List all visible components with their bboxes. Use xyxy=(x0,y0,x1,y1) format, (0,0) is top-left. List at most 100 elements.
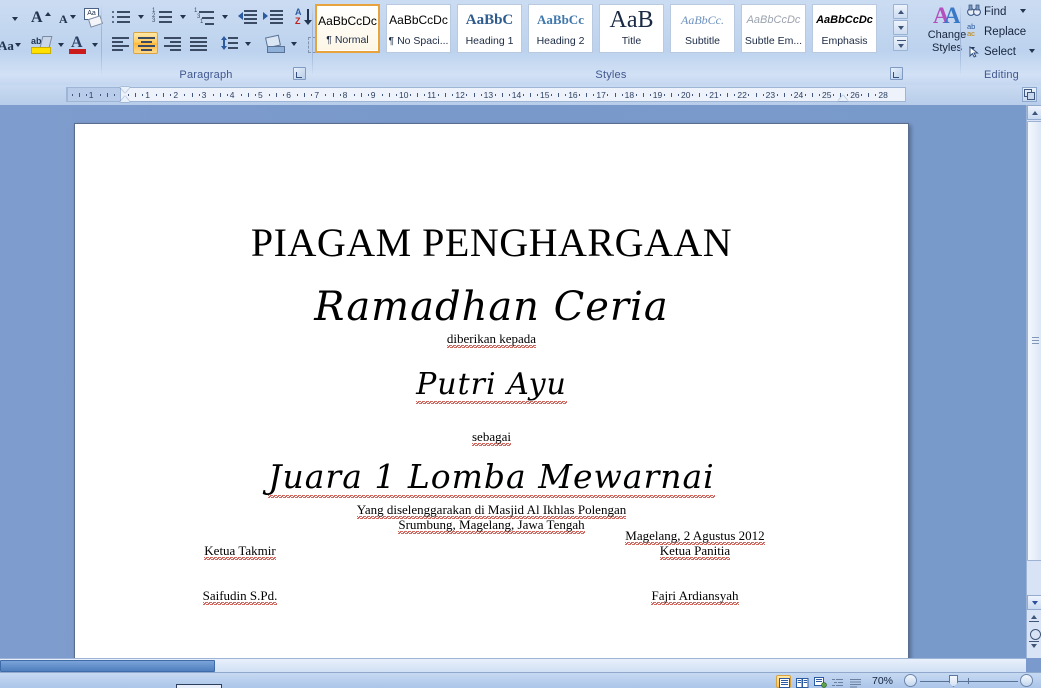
ruler-mid-tick xyxy=(558,93,560,97)
horizontal-scrollbar-thumb[interactable] xyxy=(0,660,215,672)
numbering-button[interactable]: 123 xyxy=(149,5,175,27)
view-ruler-toggle-button[interactable] xyxy=(1022,87,1037,102)
ruler-tick-7: 7 xyxy=(314,90,320,100)
select-button[interactable]: Select xyxy=(964,41,1038,59)
ruler-mid-tick xyxy=(135,93,137,97)
highlight-color-dropdown[interactable] xyxy=(54,33,66,55)
shrink-font-button[interactable]: A xyxy=(54,6,78,28)
certificate-organizer-line-1: Yang diselenggarakan di Masjid Al Ikhlas… xyxy=(356,502,627,519)
text-highlight-color-button[interactable]: ab xyxy=(28,33,53,55)
styles-dialog-launcher[interactable] xyxy=(890,67,903,80)
style-gallery-item-nospace[interactable]: AaBbCcDc ¶ No Spaci... xyxy=(386,4,451,53)
horizontal-scrollbar[interactable] xyxy=(0,658,1026,673)
horizontal-ruler[interactable]: 2112345678910111213141516171819202122232… xyxy=(66,87,906,102)
style-name-normal: ¶ Normal xyxy=(326,34,369,46)
font-size-dropdown[interactable] xyxy=(2,6,24,28)
zoom-slider-track[interactable] xyxy=(920,681,1018,682)
ruler-mid-tick xyxy=(445,93,447,97)
ribbon-group-paragraph: 123 1 3 1 A Z Paragraph xyxy=(104,0,338,84)
ruler-mid-tick xyxy=(304,93,306,97)
next-page-button[interactable] xyxy=(1029,641,1040,653)
scrollbar-thumb[interactable] xyxy=(1027,121,1041,561)
ruler-minor-tick xyxy=(833,94,835,96)
style-gallery-item-title[interactable]: AaB Title xyxy=(599,4,664,53)
select-browse-object-button[interactable] xyxy=(1030,629,1041,640)
style-preview-title: AaB xyxy=(609,9,654,31)
ruler-mid-tick xyxy=(811,93,813,97)
right-indent-marker[interactable] xyxy=(838,95,848,101)
ruler-mid-tick xyxy=(388,93,390,97)
styles-more-button[interactable] xyxy=(893,36,908,51)
line-spacing-button[interactable] xyxy=(216,32,240,54)
ruler-tick-5: 5 xyxy=(258,90,263,100)
align-left-button[interactable] xyxy=(107,32,132,54)
justify-button[interactable] xyxy=(185,32,210,54)
view-full-screen-reading-button[interactable] xyxy=(794,675,809,688)
shading-button[interactable] xyxy=(262,32,286,54)
zoom-out-button[interactable] xyxy=(904,674,917,687)
replace-label: Replace xyxy=(984,26,1027,38)
scroll-down-button[interactable] xyxy=(1027,595,1041,610)
taskbar-peek xyxy=(176,684,222,688)
zoom-in-button[interactable] xyxy=(1020,674,1033,687)
ruler-tick-24: 24 xyxy=(793,90,804,100)
multilevel-list-dropdown[interactable] xyxy=(218,5,230,27)
document-page[interactable]: PIAGAM PENGHARGAAN Ramadhan Ceria diberi… xyxy=(74,123,909,658)
bullets-button[interactable] xyxy=(107,5,133,27)
increase-indent-button[interactable] xyxy=(261,5,285,27)
style-gallery-item-subtitle[interactable]: AaBbCc. Subtitle xyxy=(670,4,735,53)
ruler-tick-17: 17 xyxy=(596,90,606,100)
ruler-minor-tick xyxy=(325,94,327,96)
ruler-minor-tick xyxy=(297,94,299,96)
styles-scroll-down-button[interactable] xyxy=(893,20,908,35)
zoom-slider-thumb[interactable] xyxy=(949,675,958,687)
style-gallery-item-subtle[interactable]: AaBbCcDc Subtle Em... xyxy=(741,4,806,53)
change-case-button[interactable]: Aa xyxy=(0,33,21,55)
right-signature-role: Ketua Panitia xyxy=(659,543,731,560)
vertical-scrollbar[interactable] xyxy=(1026,105,1041,658)
ruler-minor-tick xyxy=(790,94,792,96)
view-web-layout-button[interactable] xyxy=(812,675,827,688)
style-gallery-item-heading1[interactable]: AaBbC Heading 1 xyxy=(457,4,522,53)
zoom-percent-label[interactable]: 70% xyxy=(872,675,893,687)
scroll-up-button[interactable] xyxy=(1027,105,1041,120)
style-preview-heading1: AaBbC xyxy=(465,12,514,28)
shading-dropdown[interactable] xyxy=(287,32,299,54)
paragraph-dialog-launcher[interactable] xyxy=(293,67,306,80)
bullets-dropdown[interactable] xyxy=(134,5,146,27)
numbering-dropdown[interactable] xyxy=(176,5,188,27)
style-gallery-item-normal[interactable]: AaBbCcDc ¶ Normal xyxy=(315,4,380,53)
ruler-tick-13: 13 xyxy=(483,90,494,100)
ruler-minor-tick xyxy=(99,94,101,96)
replace-button[interactable]: ab ac Replace xyxy=(964,21,1038,39)
style-name-heading2: Heading 2 xyxy=(536,35,585,47)
ruler-tick-20: 20 xyxy=(681,90,691,100)
view-draft-button[interactable] xyxy=(848,675,863,688)
ruler-minor-tick xyxy=(156,94,158,96)
styles-scroll-up-button[interactable] xyxy=(893,4,908,19)
multilevel-list-button[interactable]: 1 3 1 xyxy=(191,5,217,27)
style-gallery-item-heading2[interactable]: AaBbCc Heading 2 xyxy=(528,4,593,53)
previous-page-button[interactable] xyxy=(1029,614,1040,626)
align-center-button[interactable] xyxy=(133,32,158,54)
grow-font-button[interactable]: A xyxy=(26,6,52,28)
ruler-mid-tick xyxy=(473,93,475,97)
decrease-indent-button[interactable] xyxy=(235,5,259,27)
find-button[interactable]: Find xyxy=(964,1,1038,19)
ruler-mid-tick xyxy=(247,93,249,97)
ruler-minor-tick xyxy=(480,94,482,96)
ribbon-group-editing: Find ab ac Replace Select Editing xyxy=(962,0,1041,84)
ruler-minor-tick xyxy=(748,94,750,96)
font-color-dropdown[interactable] xyxy=(88,33,100,55)
ruler-mid-tick xyxy=(529,93,531,97)
ruler-minor-tick xyxy=(424,94,426,96)
style-name-nospace: ¶ No Spaci... xyxy=(388,35,449,47)
font-color-button[interactable]: A xyxy=(66,33,88,55)
line-spacing-dropdown[interactable] xyxy=(241,32,253,54)
view-outline-button[interactable] xyxy=(830,675,845,688)
ruler-minor-tick xyxy=(339,94,341,96)
style-gallery-item-emphasis[interactable]: AaBbCcDc Emphasis xyxy=(812,4,877,53)
ruler-tick-25: 25 xyxy=(822,90,832,100)
align-right-button[interactable] xyxy=(159,32,184,54)
view-print-layout-button[interactable] xyxy=(776,675,791,688)
